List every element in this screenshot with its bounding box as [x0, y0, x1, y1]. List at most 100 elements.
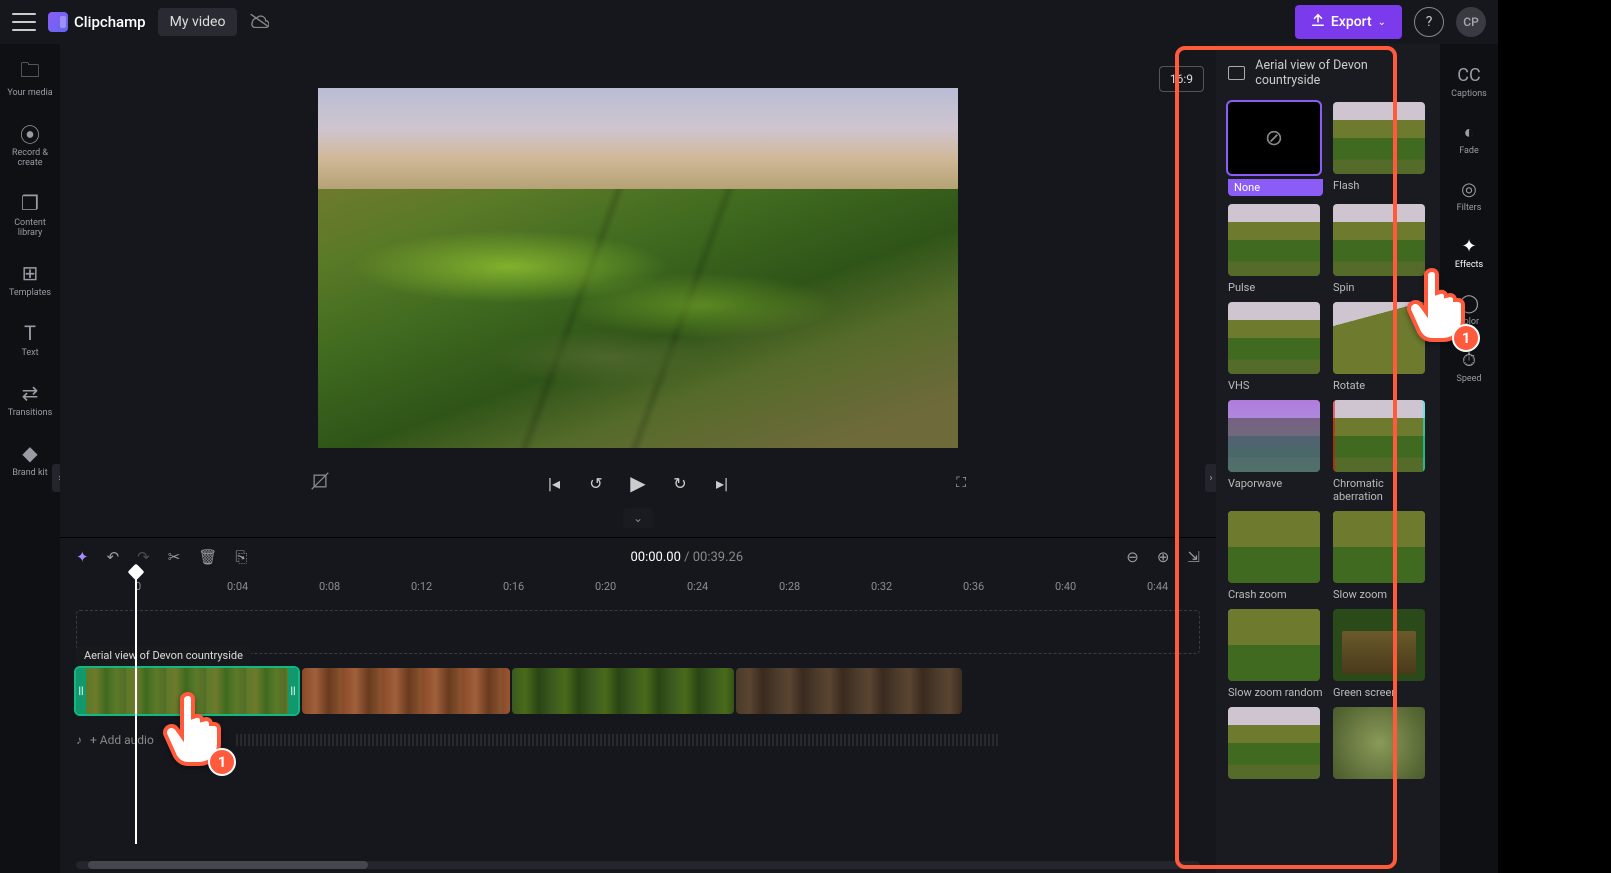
ruler-tick: 0:16	[503, 580, 524, 593]
fullscreen-icon[interactable]: ⛶	[956, 475, 966, 491]
ruler-tick: 0:08	[319, 580, 340, 593]
effect-slow-zoom[interactable]: Slow zoom	[1333, 511, 1428, 601]
sidebar-item-record-create[interactable]: ⦿Record & create	[2, 116, 58, 174]
color-icon: ◯	[1459, 292, 1479, 314]
timeline-scrollbar[interactable]	[76, 861, 1200, 869]
effect-slow-zoom-random[interactable]: Slow zoom random	[1228, 609, 1323, 699]
center-area: 16:9 |◂ ↺ ▶ ↻ ▸| ⛶ ⌄ ›	[60, 44, 1216, 873]
video-clip-3[interactable]	[512, 668, 734, 714]
effect-spin[interactable]: Spin	[1333, 204, 1428, 294]
user-avatar[interactable]: CP	[1456, 7, 1486, 37]
right-item-filters[interactable]: ◎Filters	[1442, 174, 1496, 217]
effect-vaporwave[interactable]: Vaporwave	[1228, 400, 1323, 503]
text-icon: T	[24, 322, 36, 344]
crop-icon[interactable]	[310, 471, 330, 496]
ruler-tick: 0:28	[779, 580, 800, 593]
video-clip-4[interactable]	[736, 668, 962, 714]
effect-chromatic[interactable]: Chromatic aberration	[1333, 400, 1428, 503]
right-item-effects[interactable]: ✦Effects	[1442, 231, 1496, 274]
export-button[interactable]: Export ⌄	[1295, 5, 1402, 39]
effect-crash-zoom[interactable]: Crash zoom	[1228, 511, 1323, 601]
effect-none[interactable]: ⊘None	[1228, 102, 1323, 196]
ruler-tick: 0:40	[1055, 580, 1076, 593]
menu-hamburger-icon[interactable]	[12, 13, 36, 31]
chevron-down-icon: ⌄	[1378, 17, 1386, 28]
sidebar-item-brand-kit[interactable]: ◆Brand kit	[2, 436, 58, 484]
timeline-ruler[interactable]: 00:040:080:120:160:200:240:280:320:360:4…	[60, 576, 1216, 600]
effect-green-screen[interactable]: Green screen	[1333, 609, 1428, 699]
playhead[interactable]	[135, 572, 137, 844]
cloud-off-icon[interactable]	[249, 12, 269, 33]
timeline: ✦ ↶ ↷ ✂ 🗑 ⎘ 00:00.00 / 00:39.26 ⊖ ⊕ ⇲ 00…	[60, 537, 1216, 873]
ruler-tick: 0:44	[1147, 580, 1168, 593]
effect-flash[interactable]: Flash	[1333, 102, 1428, 196]
project-name-input[interactable]: My video	[158, 8, 238, 36]
time-display: 00:00.00 / 00:39.26	[265, 550, 1108, 565]
brand-label: Clipchamp	[74, 13, 146, 31]
undo-icon[interactable]: ↶	[107, 548, 120, 566]
rewind-icon[interactable]: ↺	[585, 474, 607, 493]
ruler-tick: 0:32	[871, 580, 892, 593]
skip-back-icon[interactable]: |◂	[543, 474, 565, 493]
captions-icon: CC	[1457, 64, 1480, 86]
play-button[interactable]: ▶	[627, 471, 649, 495]
transport-bar: |◂ ↺ ▶ ↻ ▸| ⛶	[60, 458, 1216, 508]
zoom-out-icon[interactable]: ⊖	[1126, 548, 1139, 566]
redo-icon[interactable]: ↷	[137, 548, 150, 566]
sidebar-item-templates[interactable]: ⊞Templates	[2, 256, 58, 304]
clip-label: Aerial view of Devon countryside	[76, 646, 251, 665]
right-sidebar: CCCaptions ◐Fade ◎Filters ✦Effects ◯color ⏱Sp…	[1440, 44, 1498, 873]
audio-track[interactable]: ♪ + Add audio	[76, 726, 1200, 754]
add-audio-button[interactable]: + Add audio	[90, 733, 154, 747]
effect-blur-2[interactable]	[1333, 707, 1428, 784]
panel-collapse-icon[interactable]: ⌄	[623, 508, 653, 528]
transitions-icon: ⇄	[22, 382, 39, 404]
fade-icon: ◐	[1464, 121, 1475, 143]
aspect-ratio-selector[interactable]: 16:9	[1159, 66, 1204, 92]
left-sidebar: 🗀Your media ⦿Record & create ❐Content libr…	[0, 44, 60, 873]
help-button[interactable]: ?	[1414, 7, 1444, 37]
ruler-tick: 0:04	[227, 580, 248, 593]
audio-waveform	[236, 734, 1000, 746]
effect-rotate[interactable]: Rotate	[1333, 302, 1428, 392]
ruler-tick: 0:12	[411, 580, 432, 593]
video-clip-2[interactable]	[302, 668, 510, 714]
right-item-fade[interactable]: ◐Fade	[1442, 117, 1496, 160]
split-icon[interactable]: ✂	[168, 548, 181, 566]
effects-panel-title: Aerial view of Devon countryside	[1255, 58, 1428, 88]
right-item-color[interactable]: ◯color	[1442, 288, 1496, 331]
forward-icon[interactable]: ↻	[669, 474, 691, 493]
effect-vhs[interactable]: VHS	[1228, 302, 1323, 392]
sidebar-item-content-library[interactable]: ❐Content library	[2, 186, 58, 244]
effect-blur-1[interactable]	[1228, 707, 1323, 784]
top-bar: Clipchamp My video Export ⌄ ? CP	[0, 0, 1498, 44]
audio-note-icon: ♪	[76, 733, 82, 747]
clip-thumb-icon	[1228, 66, 1245, 80]
right-item-speed[interactable]: ⏱Speed	[1442, 345, 1496, 388]
effects-icon: ✦	[1461, 235, 1476, 257]
copy-icon[interactable]: ⎘	[235, 548, 247, 566]
preview-stage[interactable]	[318, 88, 958, 448]
effect-pulse[interactable]: Pulse	[1228, 204, 1323, 294]
sidebar-item-text[interactable]: TText	[2, 316, 58, 364]
ai-sparkle-icon[interactable]: ✦	[76, 548, 89, 566]
video-track: Aerial view of Devon countryside || ||	[76, 668, 1200, 718]
your-media-icon: 🗀	[20, 62, 40, 84]
fit-icon[interactable]: ⇲	[1187, 548, 1200, 566]
ruler-tick: 0:36	[963, 580, 984, 593]
zoom-in-icon[interactable]: ⊕	[1157, 548, 1170, 566]
clip-handle-right[interactable]: ||	[288, 668, 298, 714]
right-item-captions[interactable]: CCCaptions	[1442, 60, 1496, 103]
brand-kit-icon: ◆	[22, 442, 37, 464]
ruler-tick: 0:20	[595, 580, 616, 593]
sidebar-item-your-media[interactable]: 🗀Your media	[2, 56, 58, 104]
record-create-icon: ⦿	[20, 122, 40, 144]
delete-icon[interactable]: 🗑	[198, 548, 217, 566]
video-clip-1[interactable]: || ||	[76, 668, 298, 714]
skip-forward-icon[interactable]: ▸|	[711, 474, 733, 493]
clip-handle-left[interactable]: ||	[76, 668, 86, 714]
filters-icon: ◎	[1461, 178, 1477, 200]
brand: Clipchamp	[48, 12, 146, 32]
sidebar-item-transitions[interactable]: ⇄Transitions	[2, 376, 58, 424]
templates-icon: ⊞	[22, 262, 39, 284]
